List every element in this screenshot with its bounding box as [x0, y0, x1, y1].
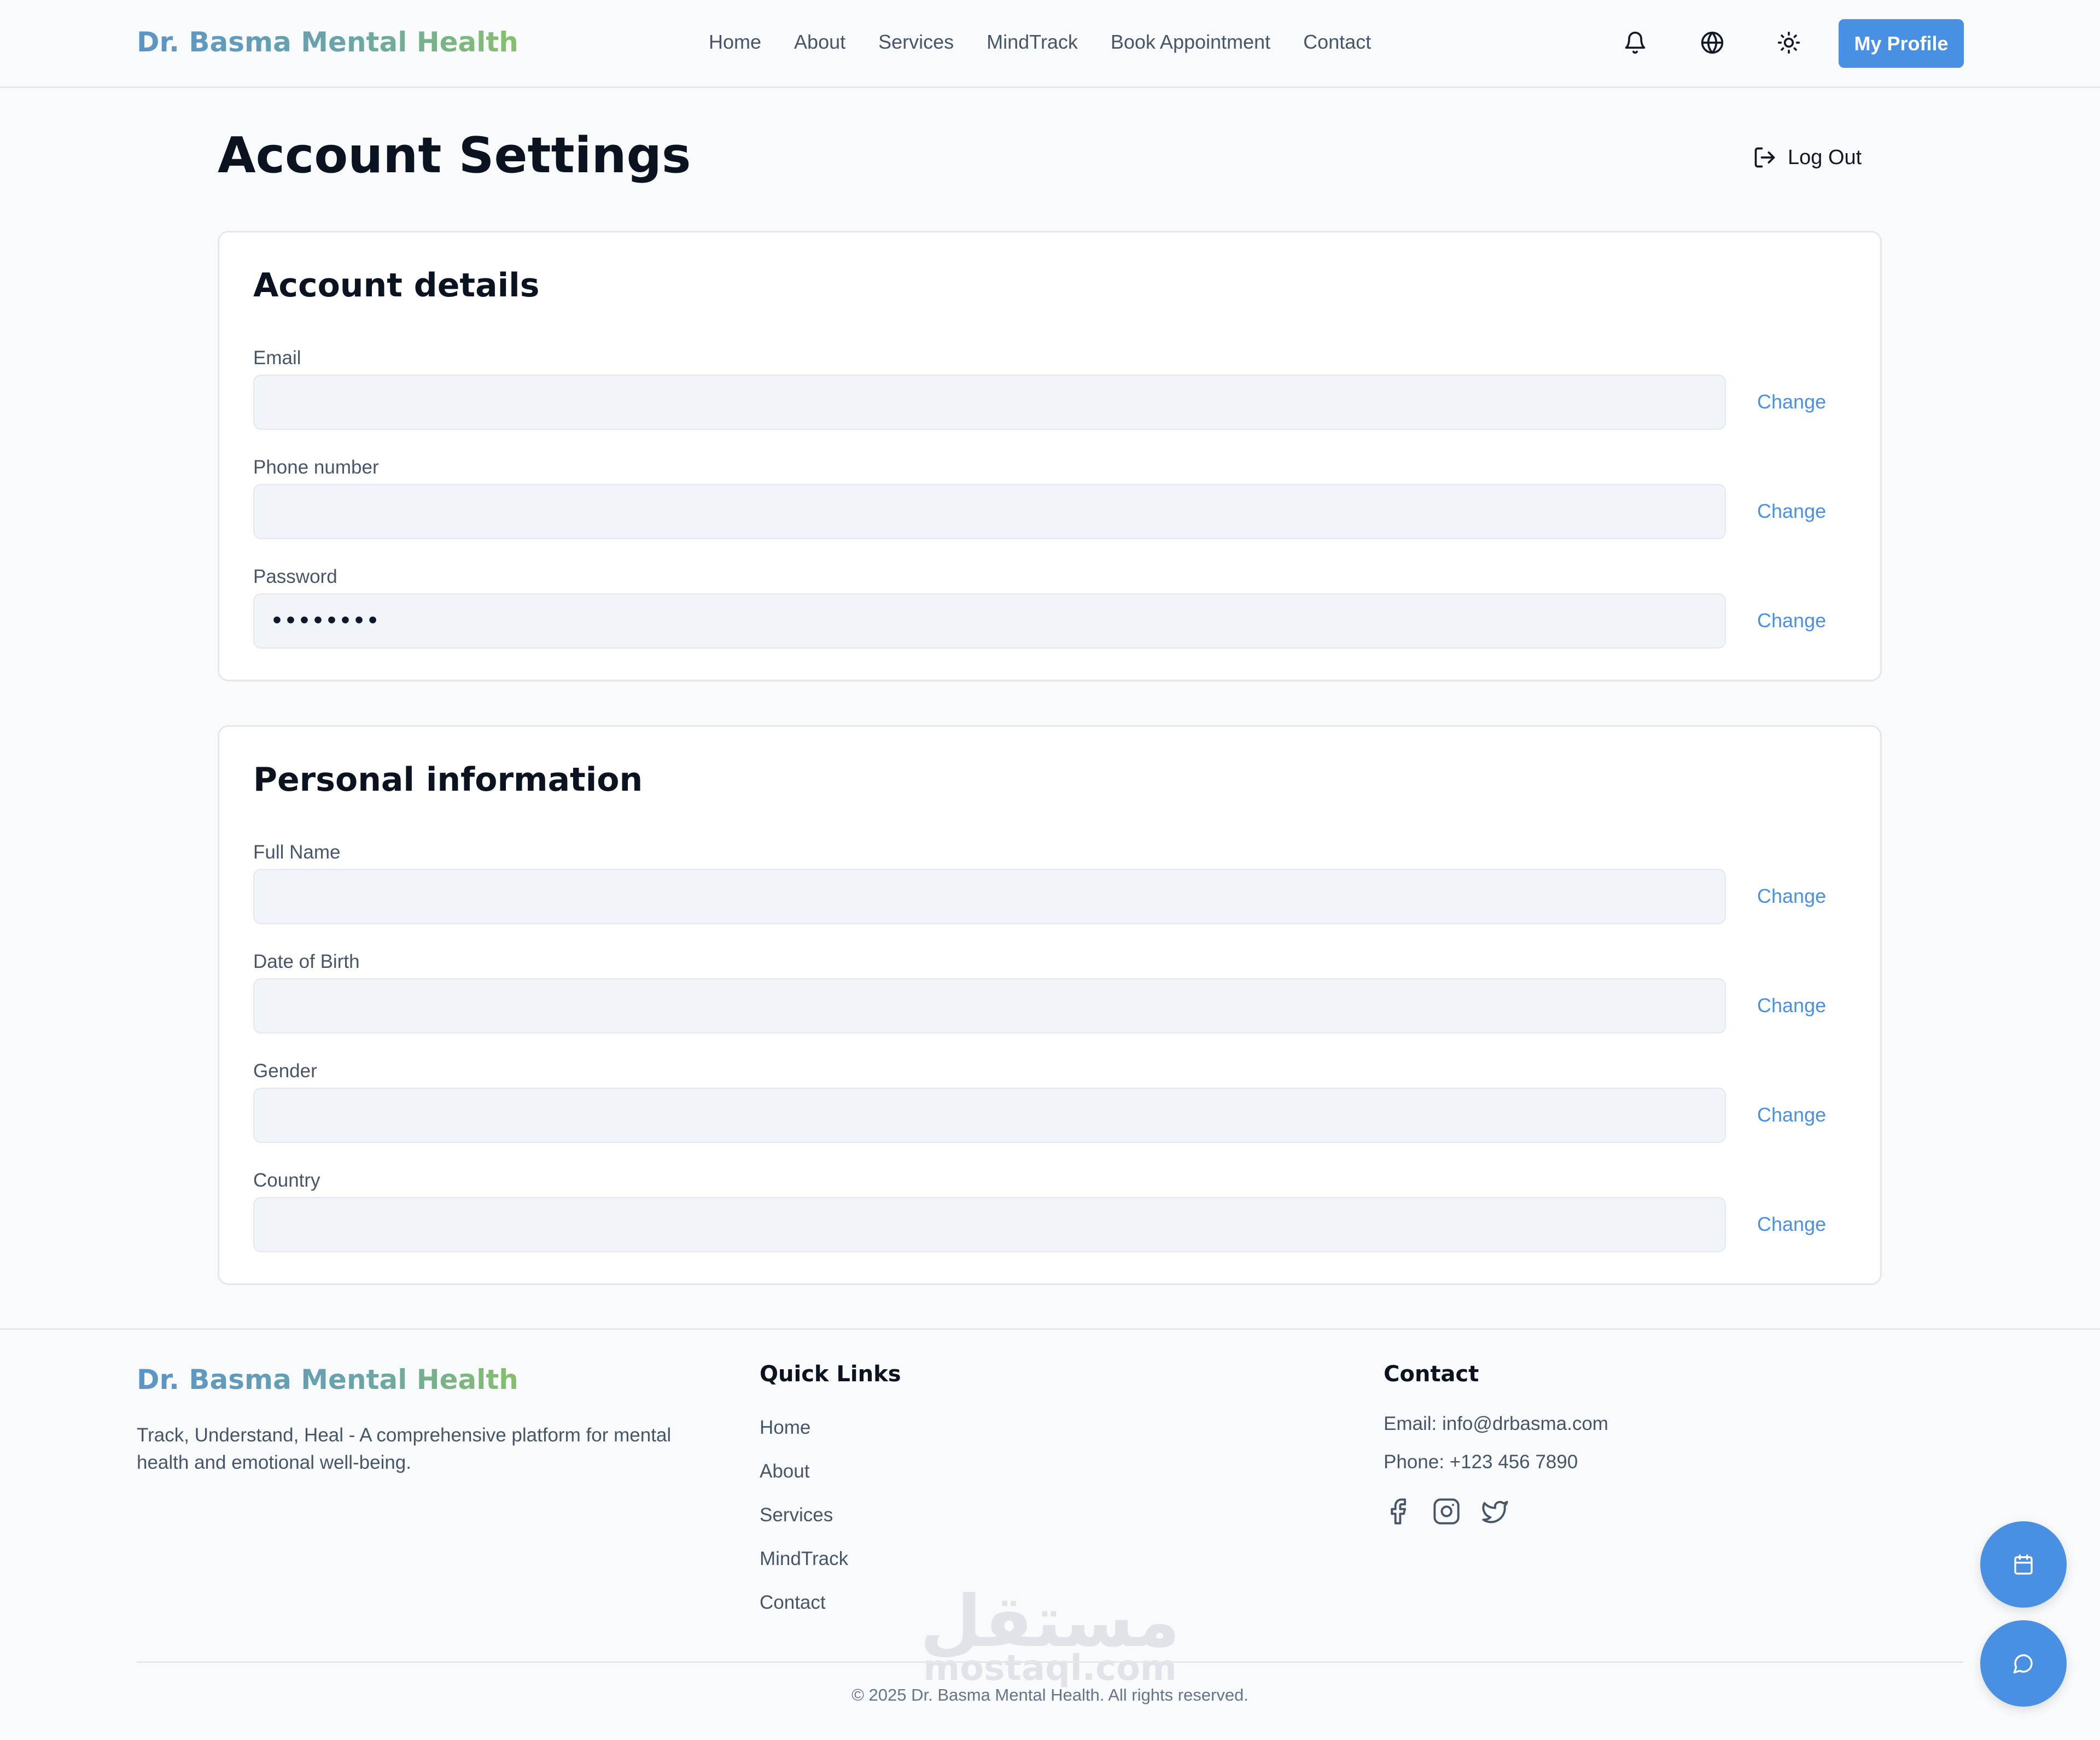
- country-field[interactable]: [253, 1197, 1726, 1252]
- instagram-icon[interactable]: [1432, 1497, 1461, 1526]
- phone-field[interactable]: [253, 484, 1726, 539]
- email-label: Email: [253, 347, 301, 369]
- dob-field[interactable]: [253, 978, 1726, 1034]
- personal-info-title: Personal information: [253, 761, 643, 799]
- password-field[interactable]: ••••••••: [253, 593, 1726, 649]
- my-profile-button[interactable]: My Profile: [1839, 19, 1964, 68]
- change-full-name-link[interactable]: Change: [1757, 885, 1826, 908]
- bell-icon[interactable]: [1623, 31, 1647, 55]
- full-name-label: Full Name: [253, 842, 341, 863]
- change-password-link[interactable]: Change: [1757, 609, 1826, 632]
- site-logo[interactable]: Dr. Basma Mental Health: [137, 26, 518, 58]
- footer-link-home[interactable]: Home: [760, 1417, 810, 1439]
- footer-phone: Phone: +123 456 7890: [1384, 1451, 1578, 1473]
- quick-links-heading: Quick Links: [760, 1362, 901, 1387]
- country-label: Country: [253, 1170, 320, 1191]
- page-title: Account Settings: [218, 127, 691, 184]
- nav-about[interactable]: About: [794, 31, 845, 54]
- footer-link-services[interactable]: Services: [760, 1504, 833, 1526]
- footer-link-about[interactable]: About: [760, 1461, 809, 1482]
- phone-label: Phone number: [253, 457, 379, 478]
- change-gender-link[interactable]: Change: [1757, 1103, 1826, 1126]
- change-dob-link[interactable]: Change: [1757, 994, 1826, 1017]
- personal-info-card: Personal information Full Name Change Da…: [218, 725, 1882, 1285]
- facebook-icon[interactable]: [1384, 1497, 1412, 1526]
- nav-home[interactable]: Home: [709, 31, 761, 54]
- footer-email: Email: info@drbasma.com: [1384, 1413, 1608, 1434]
- footer-logo[interactable]: Dr. Basma Mental Health: [137, 1364, 518, 1395]
- site-header: Dr. Basma Mental Health Home About Servi…: [0, 0, 2100, 88]
- nav-mindtrack[interactable]: MindTrack: [987, 31, 1078, 54]
- nav-services[interactable]: Services: [878, 31, 954, 54]
- nav-book-appointment[interactable]: Book Appointment: [1111, 31, 1270, 54]
- logout-button[interactable]: Log Out: [1753, 145, 1862, 170]
- footer-divider-top: [0, 1328, 2100, 1330]
- change-country-link[interactable]: Change: [1757, 1213, 1826, 1236]
- chat-fab[interactable]: [1980, 1620, 2067, 1707]
- watermark-arabic: مستقل: [920, 1580, 1180, 1663]
- contact-heading: Contact: [1384, 1362, 1479, 1387]
- book-appointment-fab[interactable]: [1980, 1521, 2067, 1608]
- globe-icon[interactable]: [1700, 31, 1724, 55]
- password-label: Password: [253, 566, 337, 587]
- dob-label: Date of Birth: [253, 951, 360, 972]
- account-details-title: Account details: [253, 266, 540, 305]
- main-nav: Home About Services MindTrack Book Appoi…: [709, 31, 1371, 54]
- full-name-field[interactable]: [253, 869, 1726, 924]
- footer-link-mindtrack[interactable]: MindTrack: [760, 1548, 848, 1570]
- logout-label: Log Out: [1788, 145, 1862, 169]
- calendar-icon: [2012, 1554, 2034, 1575]
- gender-label: Gender: [253, 1060, 317, 1082]
- nav-contact[interactable]: Contact: [1303, 31, 1371, 54]
- logout-icon: [1753, 145, 1777, 170]
- change-email-link[interactable]: Change: [1757, 390, 1826, 413]
- footer-tagline: Track, Understand, Heal - A comprehensiv…: [137, 1424, 672, 1473]
- gender-field[interactable]: [253, 1088, 1726, 1143]
- footer-link-contact[interactable]: Contact: [760, 1592, 826, 1614]
- change-phone-link[interactable]: Change: [1757, 500, 1826, 523]
- sun-icon[interactable]: [1777, 31, 1801, 55]
- footer-divider-bottom: [137, 1661, 1963, 1663]
- watermark-latin: mostaql.com: [923, 1648, 1177, 1689]
- watermark: مستقل mostaql.com: [919, 1583, 1181, 1687]
- copyright-text: © 2025 Dr. Basma Mental Health. All righ…: [851, 1685, 1249, 1704]
- account-details-card: Account details Email Change Phone numbe…: [218, 231, 1882, 681]
- email-field[interactable]: [253, 375, 1726, 430]
- twitter-icon[interactable]: [1481, 1497, 1509, 1526]
- chat-icon: [2012, 1653, 2034, 1674]
